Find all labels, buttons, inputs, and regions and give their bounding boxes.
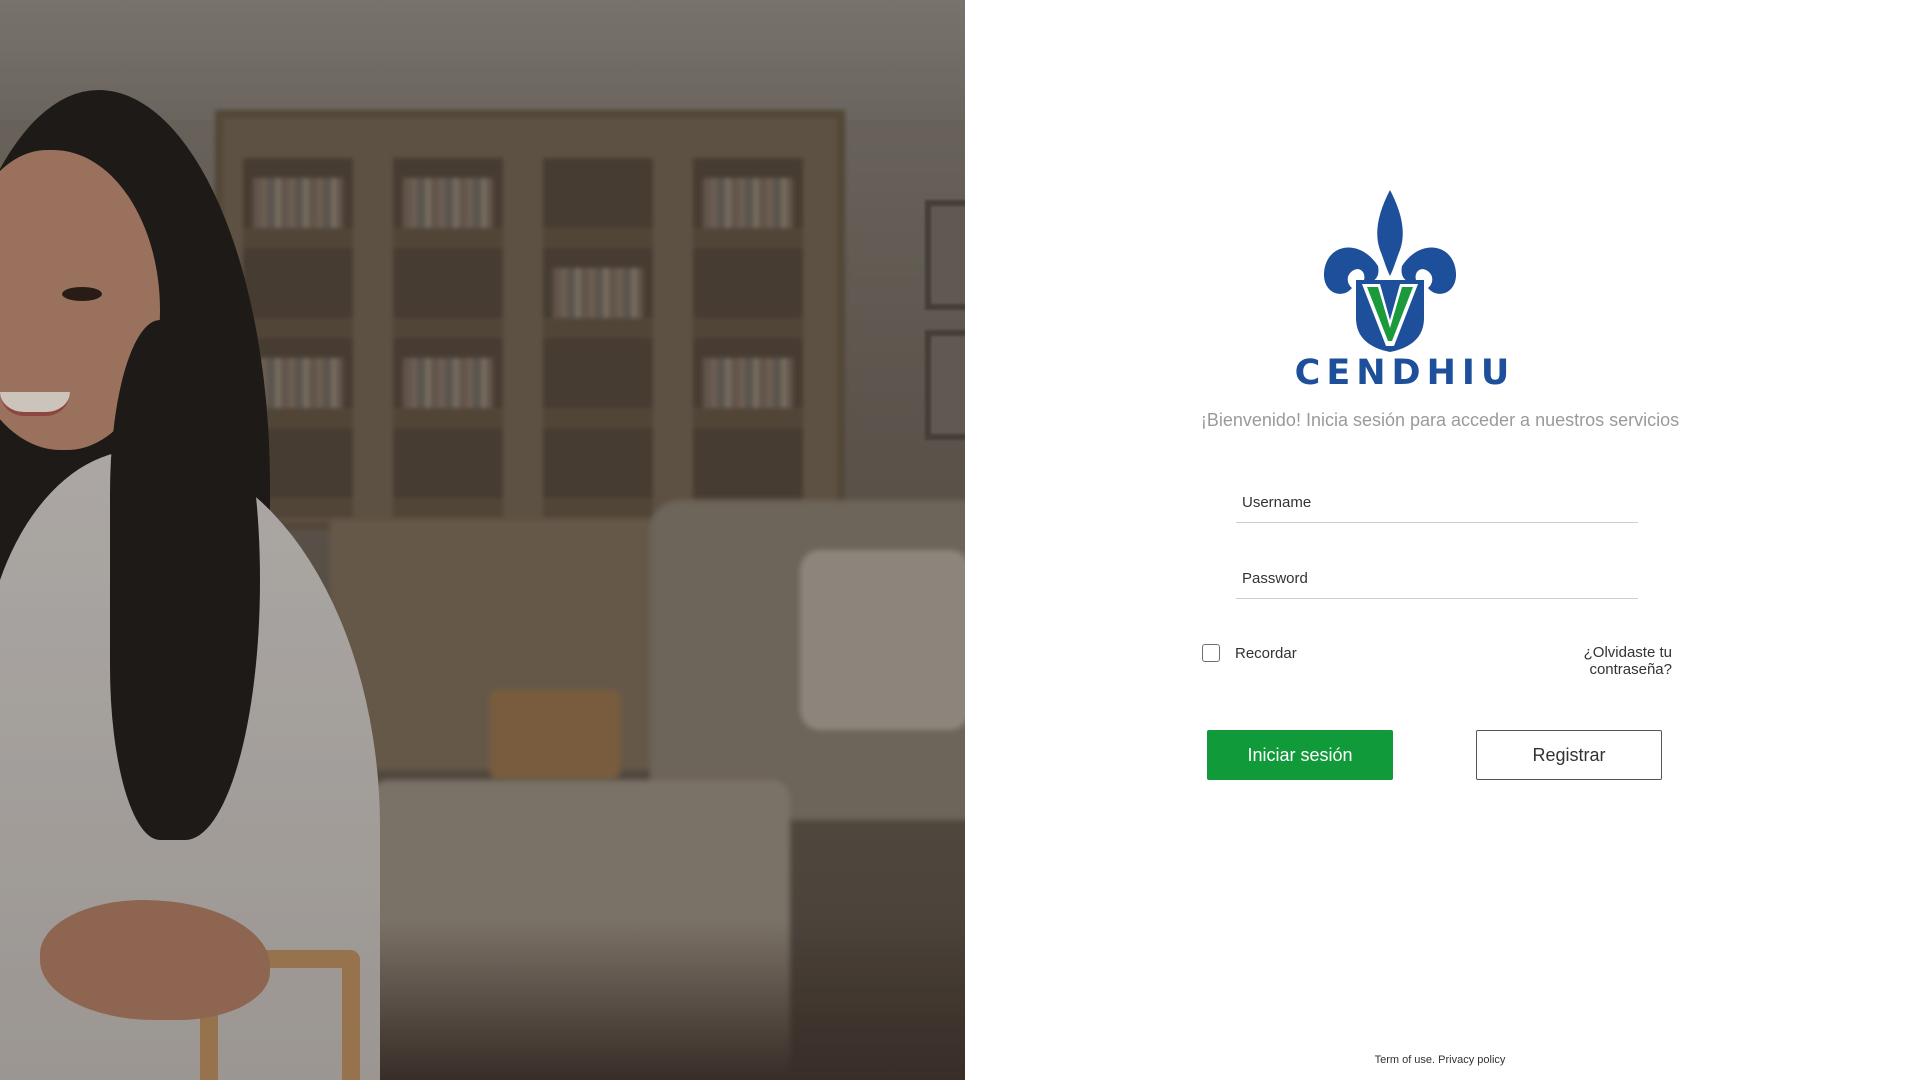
- password-input[interactable]: [1236, 559, 1638, 599]
- remember-row: Recordar: [1202, 644, 1297, 662]
- fleur-de-lis-v-logo-icon: [1323, 190, 1457, 352]
- forgot-password-link[interactable]: ¿Olvidaste tu contraseña?: [1500, 644, 1672, 678]
- welcome-message: ¡Bienvenido! Inicia sesión para acceder …: [1200, 410, 1680, 430]
- remember-checkbox[interactable]: [1202, 644, 1220, 662]
- login-panel: [965, 0, 1920, 1080]
- privacy-link[interactable]: Privacy policy: [1438, 1054, 1505, 1066]
- remember-label[interactable]: Recordar: [1235, 645, 1297, 662]
- username-input[interactable]: [1236, 483, 1638, 523]
- terms-link[interactable]: Term of use.: [1375, 1054, 1436, 1066]
- register-button[interactable]: Registrar: [1476, 730, 1662, 780]
- brand-name: CENDHIU: [1294, 353, 1516, 393]
- login-page: CENDHIU ¡Bienvenido! Inicia sesión para …: [0, 0, 1920, 1080]
- footer-links: Term of use. Privacy policy: [1360, 1054, 1520, 1068]
- photo-overlay: [0, 0, 965, 1080]
- hero-photo: [0, 0, 965, 1080]
- login-button[interactable]: Iniciar sesión: [1207, 730, 1393, 780]
